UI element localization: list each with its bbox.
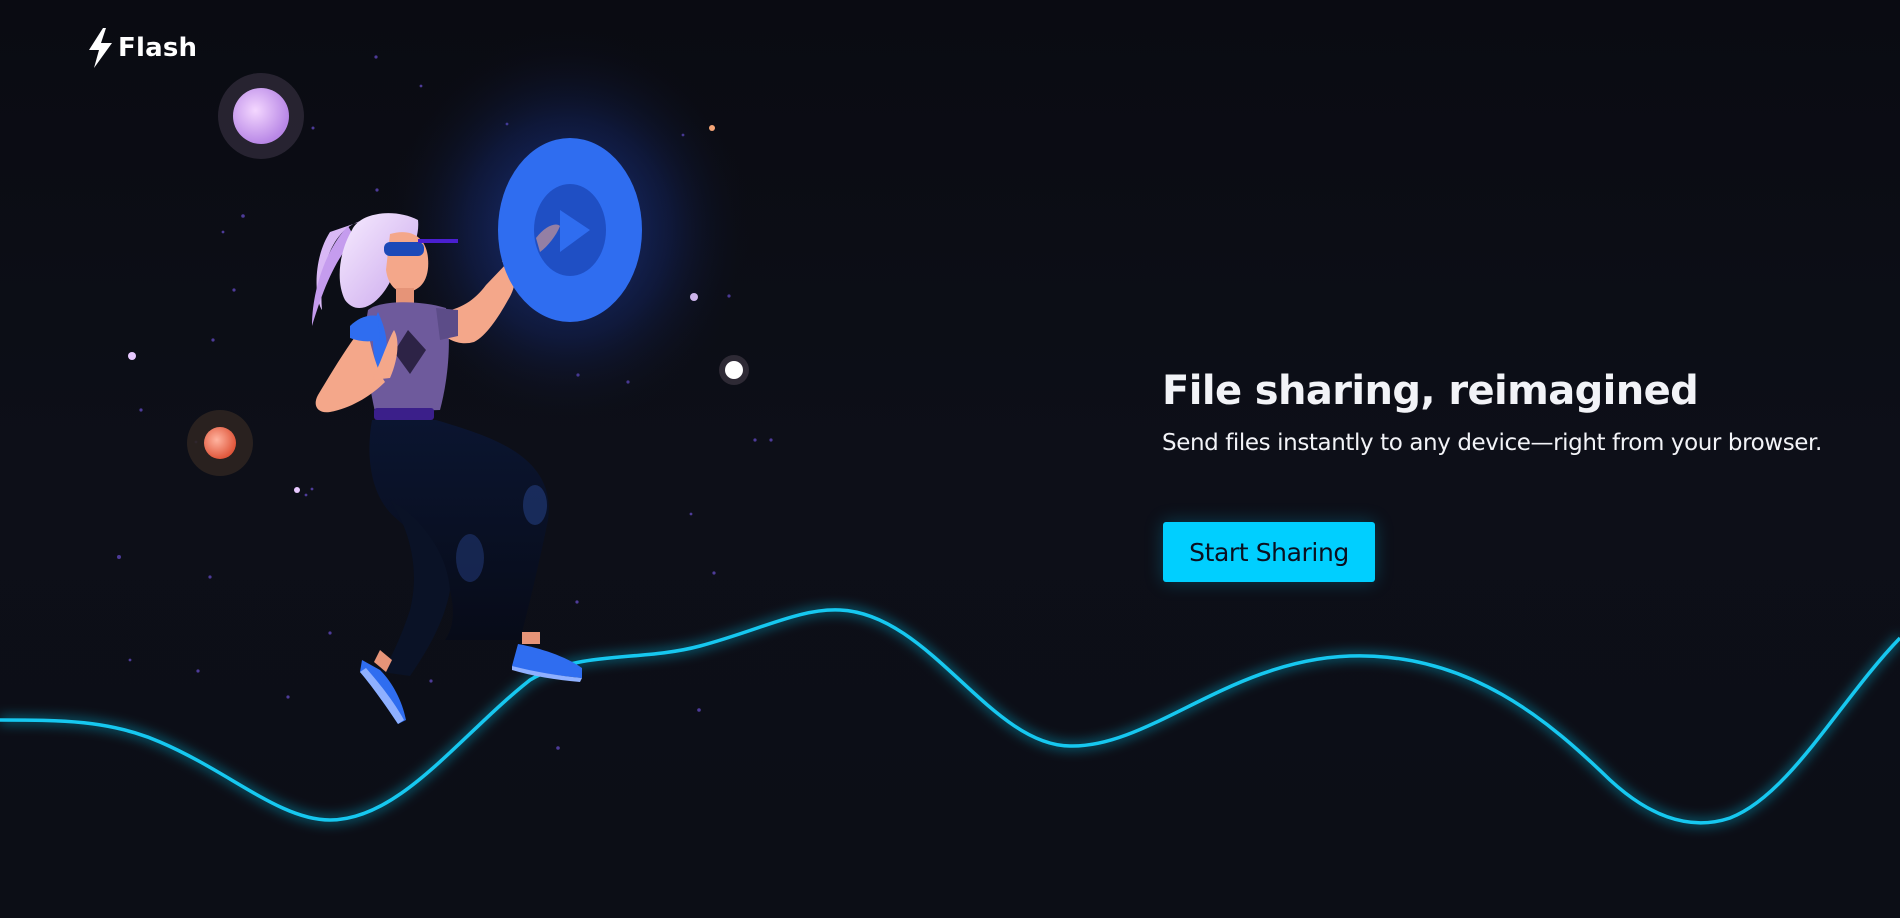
hero-title: File sharing, reimagined: [1162, 368, 1699, 414]
brand-logo[interactable]: Flash: [86, 28, 197, 68]
small-moon-icon: [719, 355, 749, 385]
hero-illustration: [0, 28, 1900, 825]
moon-planet-icon: [218, 73, 304, 159]
brand-name: Flash: [118, 33, 198, 63]
sun-planet-icon: [187, 410, 253, 476]
play-disc: [498, 138, 642, 322]
landing-page: Flash File sharing, reimagined Send file…: [0, 0, 1900, 918]
star-bright: [294, 487, 300, 493]
wave-line: [0, 608, 1900, 825]
hero-section: File sharing, reimagined Send files inst…: [1162, 364, 1862, 458]
hero-subtitle: Send files instantly to any device—right…: [1162, 430, 1822, 456]
lightning-bolt-icon: [89, 28, 112, 68]
star-bright: [128, 352, 136, 360]
start-sharing-button[interactable]: Start Sharing: [1163, 522, 1375, 582]
